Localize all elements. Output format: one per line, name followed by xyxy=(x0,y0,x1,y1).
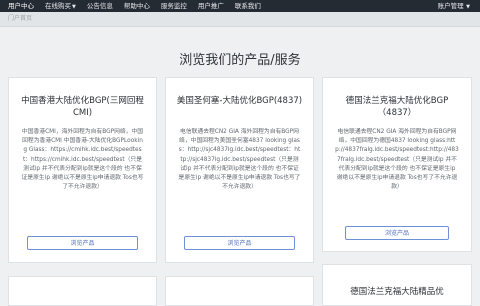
top-navbar: 用户中心 在线购买▼ 公告信息 帮助中心 服务监控 用户推广 联系我们 账户管理… xyxy=(0,0,480,12)
chevron-down-icon: ▼ xyxy=(72,4,76,10)
product-card-description: 电信联通去程CN2 GIA 海外回程为自有BGP网络，中国回程为德国4837 l… xyxy=(335,129,459,191)
breadcrumb-bar: 门户首页 xyxy=(0,12,480,27)
chevron-down-icon: ▼ xyxy=(464,4,470,10)
product-card: 美国圣何塞-大陆优化BGP(4837) 电信联通去程CN2 GIA 海外回程为自… xyxy=(165,77,314,263)
product-card: 中国香港大陆优化BGP(三网回程CMI) 中国香港CMI，海外回程为自有BGP网… xyxy=(8,77,157,263)
page-title: 浏览我们的产品/服务 xyxy=(179,53,301,68)
browse-products-button[interactable]: 浏览产品 xyxy=(184,236,295,250)
product-card-description: 中国香港CMI，海外回程为自有BGP网络，中国回程为香港CMI 中国香港-大陆优… xyxy=(21,129,144,191)
browse-products-button[interactable]: 浏览产品 xyxy=(345,226,449,240)
account-menu-label: 账户管理 xyxy=(437,2,464,10)
product-card-description: 电信联通去程CN2 GIA 海外回程为自有BGP网络，中国回程为美国圣何塞483… xyxy=(178,129,301,191)
product-card: 德国法兰克福大陆优化BGP（4837） 电信联通去程CN2 GIA 海外回程为自… xyxy=(322,77,472,252)
product-card xyxy=(8,276,157,306)
product-card xyxy=(165,276,314,306)
breadcrumb[interactable]: 门户首页 xyxy=(8,12,32,26)
product-card-title: 中国香港大陆优化BGP(三网回程CMI) xyxy=(21,96,144,118)
browse-products-button[interactable]: 浏览产品 xyxy=(27,236,138,250)
product-card-title: 德国法兰克福大陆优化BGP（4837） xyxy=(345,96,449,118)
product-card-title: 美国圣何塞-大陆优化BGP(4837) xyxy=(176,96,303,106)
product-card-title: 德国法兰克福大陆精品优 xyxy=(350,287,444,297)
